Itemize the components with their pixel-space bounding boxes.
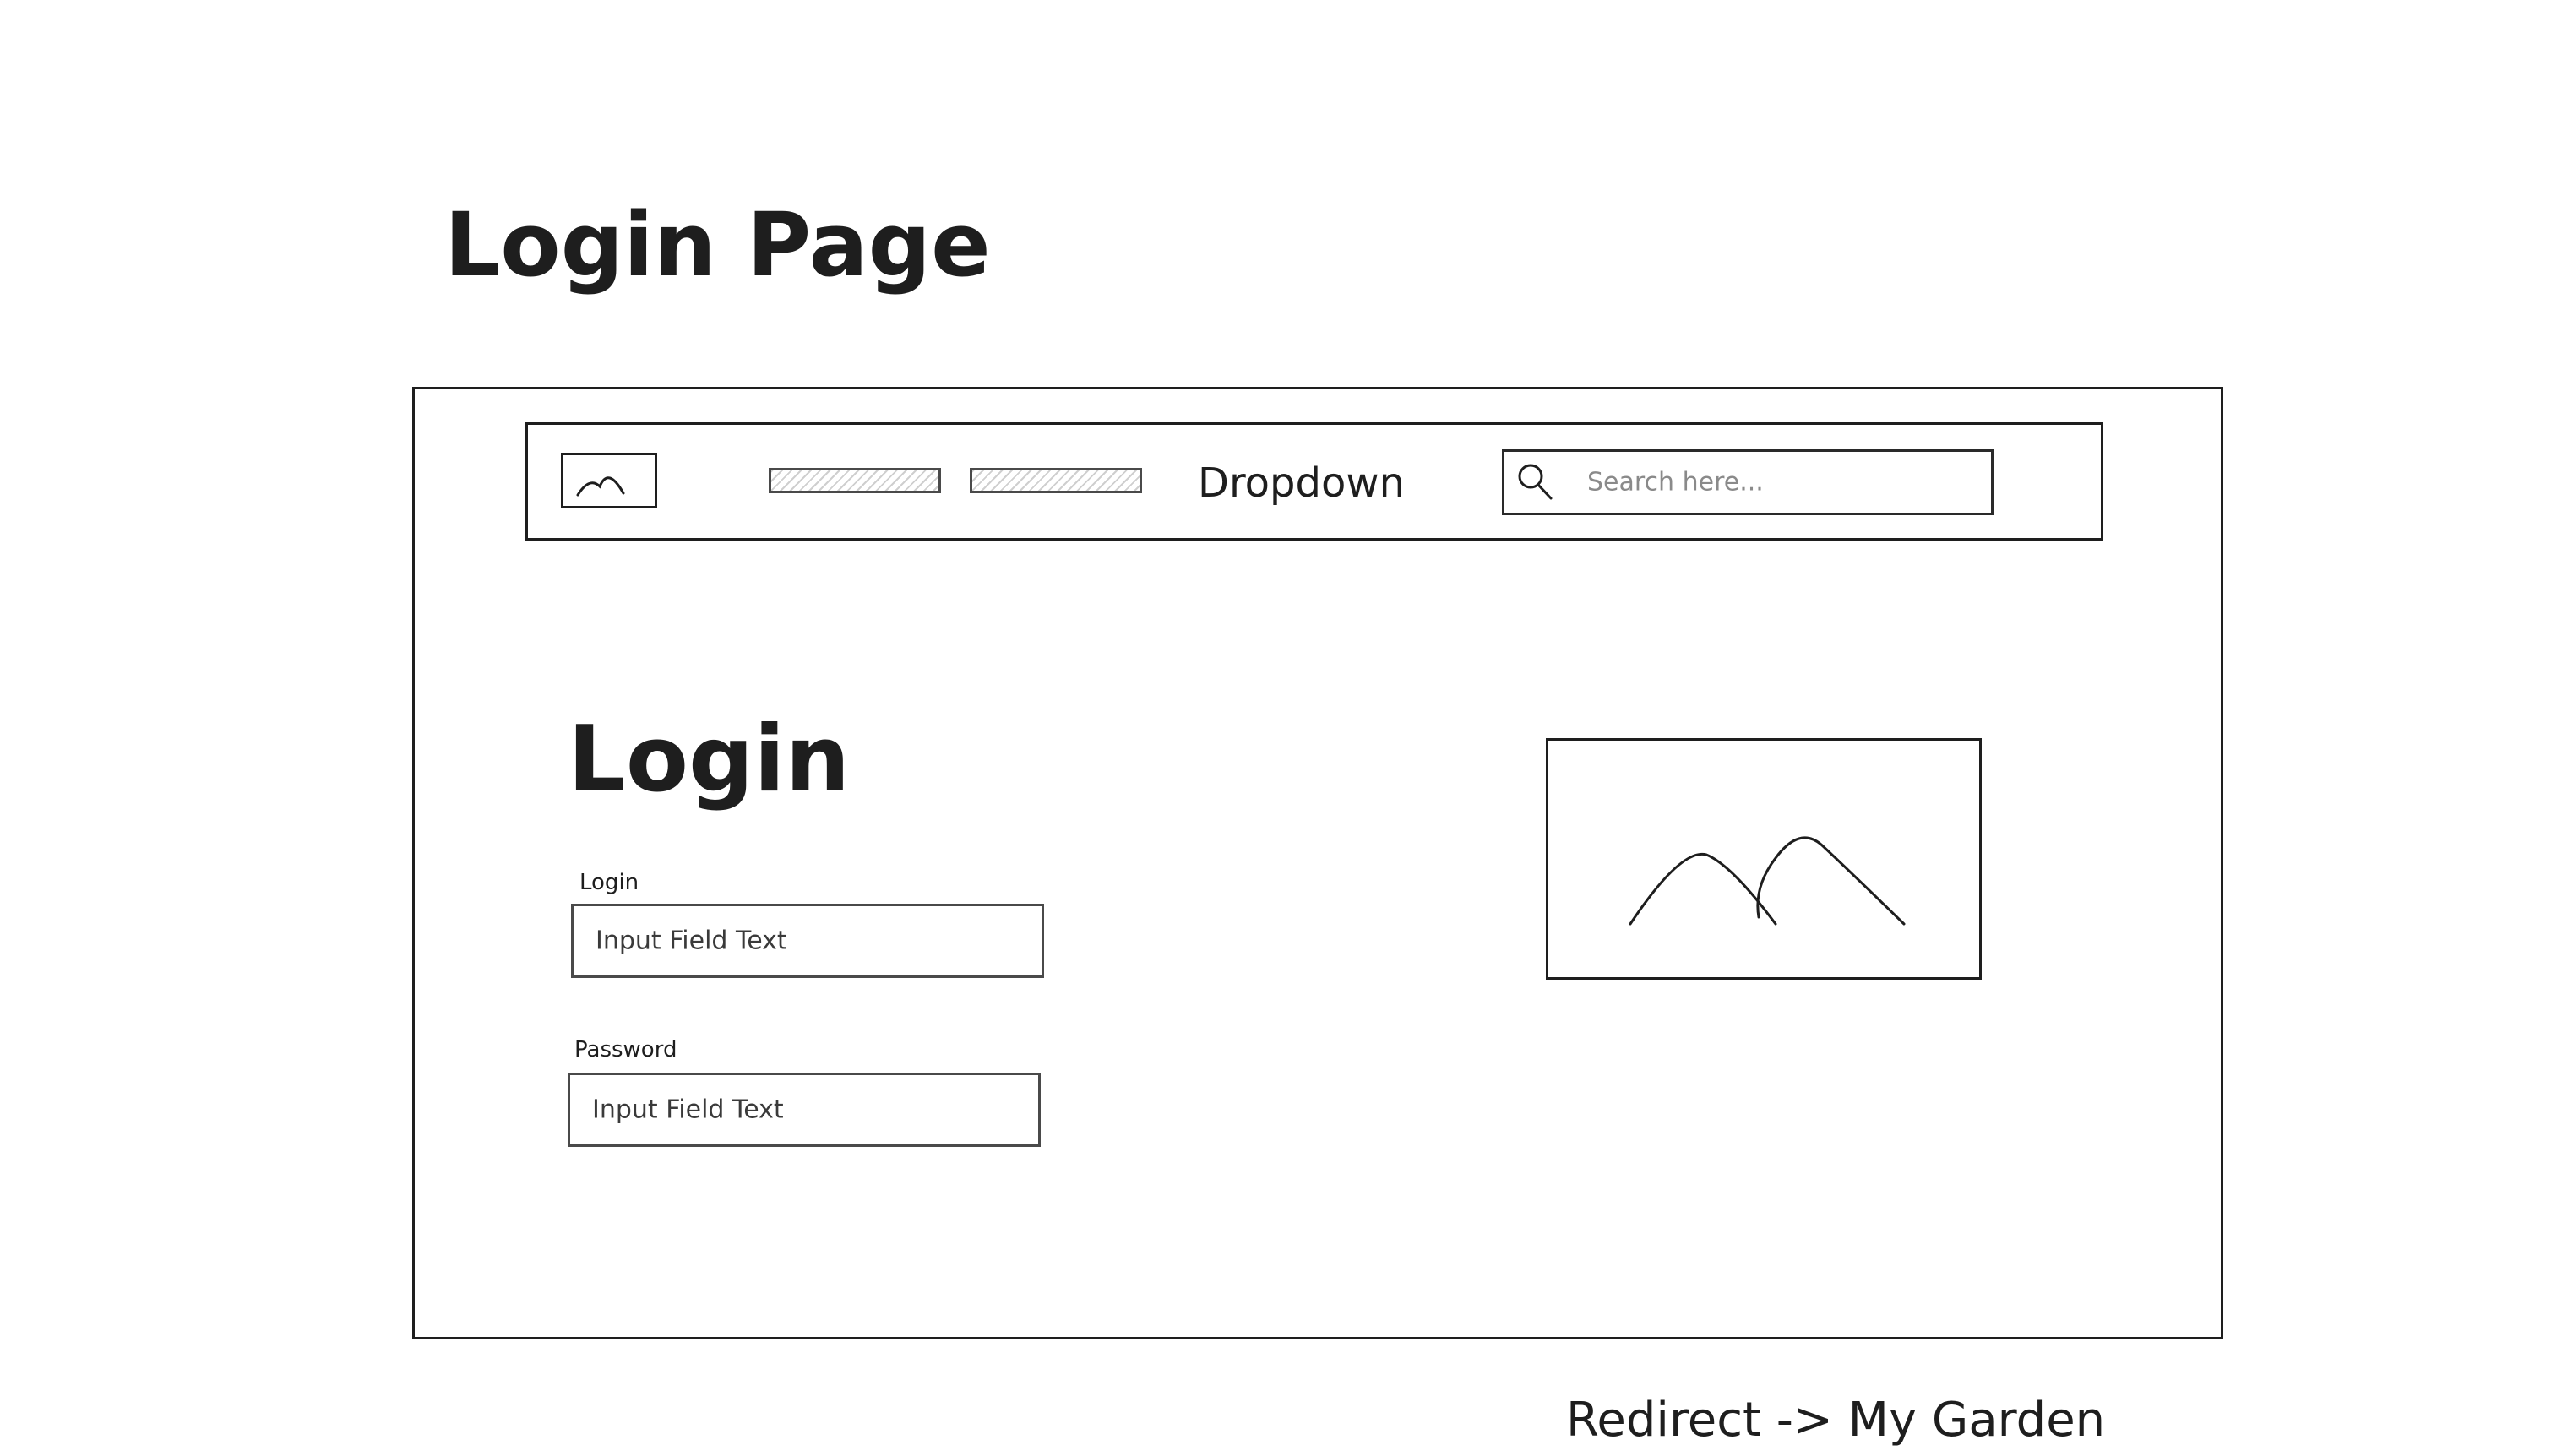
nav-link-placeholder-2[interactable] xyxy=(970,468,1142,493)
image-placeholder-icon xyxy=(576,476,625,497)
search-input[interactable]: Search here... xyxy=(1502,449,1994,515)
login-input-placeholder: Input Field Text xyxy=(596,926,787,956)
nav-link-placeholder-1[interactable] xyxy=(769,468,941,493)
image-placeholder-icon xyxy=(1629,836,1906,926)
redirect-note: Redirect -> My Garden xyxy=(1566,1393,2106,1448)
login-field-label: Login xyxy=(579,870,639,895)
password-input-placeholder: Input Field Text xyxy=(592,1095,784,1125)
page-title: Login Page xyxy=(444,193,991,296)
nav-dropdown[interactable]: Dropdown xyxy=(1198,463,1405,503)
login-heading: Login xyxy=(568,707,851,812)
password-field-label: Password xyxy=(574,1037,677,1062)
search-placeholder: Search here... xyxy=(1587,467,1764,497)
login-input[interactable]: Input Field Text xyxy=(571,904,1044,978)
password-input[interactable]: Input Field Text xyxy=(568,1073,1041,1147)
search-icon xyxy=(1518,464,1553,500)
